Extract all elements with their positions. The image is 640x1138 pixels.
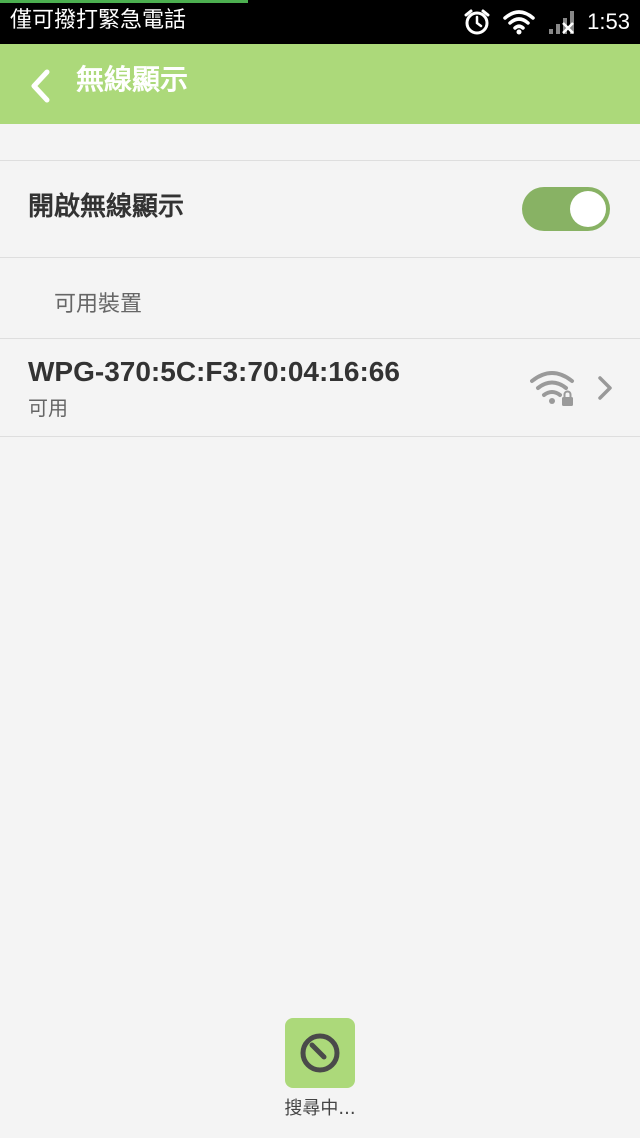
list-item-device[interactable]: WPG-370:5C:F3:70:04:16:66 可用 — [0, 338, 640, 437]
wifi-lock-icon — [530, 371, 574, 406]
device-status: 可用 — [28, 396, 68, 420]
device-name: WPG-370:5C:F3:70:04:16:66 — [28, 356, 400, 387]
status-bar: 僅可撥打緊急電話 1:53 — [0, 0, 640, 44]
wireless-display-switch[interactable] — [522, 187, 610, 231]
signal-no-service-icon — [547, 9, 577, 35]
wireless-display-screen: 僅可撥打緊急電話 1:53 無線顯示 開啟無線顯示 可用裝置 WPG-370:5… — [0, 0, 640, 1138]
carrier-text: 僅可撥打緊急電話 — [10, 8, 187, 33]
status-icons: 1:53 — [451, 6, 630, 38]
searching-spinner-icon — [300, 1033, 340, 1073]
alarm-clock-icon — [463, 8, 491, 36]
back-button[interactable] — [18, 64, 62, 108]
wifi-icon — [503, 9, 535, 35]
page-title: 無線顯示 — [76, 63, 189, 96]
chevron-right-icon — [598, 376, 612, 400]
status-progress-indicator — [0, 0, 248, 3]
chevron-left-icon — [31, 69, 50, 103]
search-button[interactable] — [285, 1018, 355, 1088]
title-bar: 無線顯示 — [0, 44, 640, 124]
search-label: 搜尋中... — [284, 1098, 356, 1119]
switch-knob — [570, 191, 606, 227]
clock-text: 1:53 — [587, 9, 630, 34]
available-devices-header: 可用裝置 — [54, 292, 143, 317]
wireless-display-toggle-row[interactable]: 開啟無線顯示 — [0, 160, 640, 258]
toggle-label: 開啟無線顯示 — [28, 192, 185, 222]
